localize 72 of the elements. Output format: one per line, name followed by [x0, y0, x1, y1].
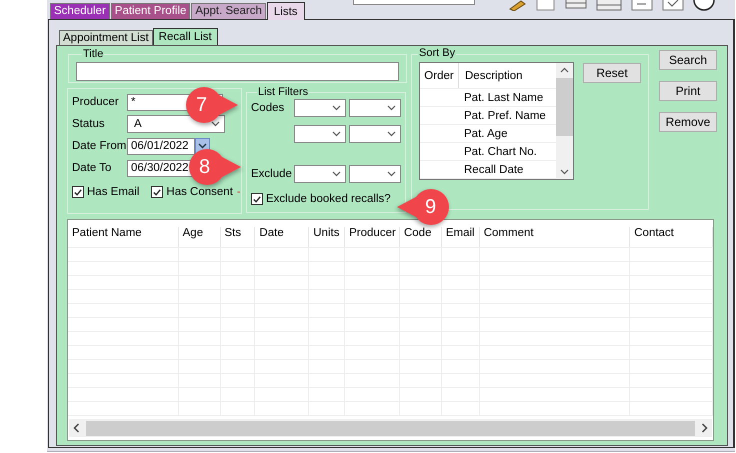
list-item[interactable]: Pat. Chart No. [458, 146, 537, 158]
dropdown[interactable] [349, 165, 401, 183]
chevron-down-icon [387, 105, 396, 111]
field-label: Producer [72, 96, 120, 108]
scrollbar[interactable] [69, 419, 712, 437]
tab[interactable]: Lists [266, 2, 305, 20]
checkbox-label: Has Consent [166, 186, 233, 198]
tab[interactable]: Scheduler [50, 3, 110, 19]
field-label: Date To [72, 162, 112, 174]
chevron-down-icon [560, 169, 569, 175]
field-label: Codes [251, 102, 286, 114]
column-header[interactable]: Producer [345, 227, 400, 247]
date-field[interactable]: 06/01/2022 [127, 138, 195, 154]
chevron-down-icon [387, 131, 396, 137]
checkbox[interactable] [72, 186, 84, 198]
chevron-down-icon [332, 131, 341, 137]
tab[interactable]: Recall List [152, 28, 218, 45]
dropdown[interactable] [294, 125, 346, 143]
chevron-down-icon [387, 171, 396, 177]
checkbox-label: Has Email [87, 186, 140, 198]
list-item[interactable]: Recall Date [458, 164, 524, 176]
text-field[interactable] [352, 0, 475, 5]
dropdown[interactable] [294, 165, 346, 183]
action-button[interactable]: Print [659, 81, 717, 101]
column-header[interactable]: Comment [480, 227, 630, 247]
column-header[interactable]: Sts [220, 227, 256, 247]
list-item[interactable]: Pat. Pref. Name [458, 110, 546, 122]
field-label: Date From [72, 140, 127, 152]
group-label: Title [82, 49, 104, 60]
chevron-right-icon [701, 423, 708, 433]
reset-button[interactable]: Reset [583, 63, 641, 83]
callout-tooltip: 8 [187, 147, 243, 187]
column-header[interactable]: Patient Name [68, 227, 179, 247]
action-button[interactable]: Remove [659, 112, 717, 132]
tab[interactable]: Appt. Search [191, 3, 266, 19]
checkbox-label: Exclude booked recalls? [266, 193, 391, 205]
dropdown[interactable]: A [127, 115, 225, 133]
callout-tooltip: 7 [184, 85, 240, 125]
column-header[interactable]: Description [459, 70, 523, 82]
list-item[interactable]: Pat. Age [458, 128, 508, 140]
group-label: Sort By [418, 48, 456, 59]
scrollbar[interactable] [556, 63, 573, 179]
field-label: Exclude [251, 168, 293, 180]
chevron-down-icon [198, 143, 207, 149]
field-label: Status [72, 118, 106, 130]
checkbox[interactable] [151, 186, 164, 198]
input-field[interactable] [76, 62, 399, 81]
column-header[interactable]: Code [400, 227, 442, 247]
checkbox[interactable] [251, 193, 263, 205]
chevron-down-icon [211, 121, 220, 127]
action-button[interactable]: Search [659, 50, 717, 70]
list-item[interactable]: Pat. Last Name [458, 92, 544, 104]
dropdown[interactable] [349, 99, 401, 117]
group-label: List Filters [257, 87, 310, 98]
date-field[interactable]: 06/30/2022 [127, 160, 195, 176]
chevron-up-icon [560, 67, 569, 73]
column-header[interactable]: Contact [630, 227, 713, 247]
column-header[interactable]: Order [420, 63, 459, 88]
tab[interactable]: Appointment List [59, 30, 153, 45]
pencil-icon[interactable] [506, 0, 527, 11]
chevron-left-icon [73, 423, 80, 433]
dropdown[interactable] [349, 125, 401, 143]
chevron-down-icon [332, 171, 341, 177]
dash-mark: - [236, 186, 241, 198]
callout-tooltip: 9 [395, 187, 451, 227]
column-header[interactable]: Units [309, 227, 346, 247]
tab[interactable]: Patient Profile [110, 3, 190, 19]
column-header[interactable]: Date [255, 227, 310, 247]
column-header[interactable]: Age [178, 227, 221, 247]
chevron-down-icon [332, 105, 341, 111]
dropdown[interactable] [294, 99, 346, 117]
column-header[interactable]: Email [442, 227, 480, 247]
